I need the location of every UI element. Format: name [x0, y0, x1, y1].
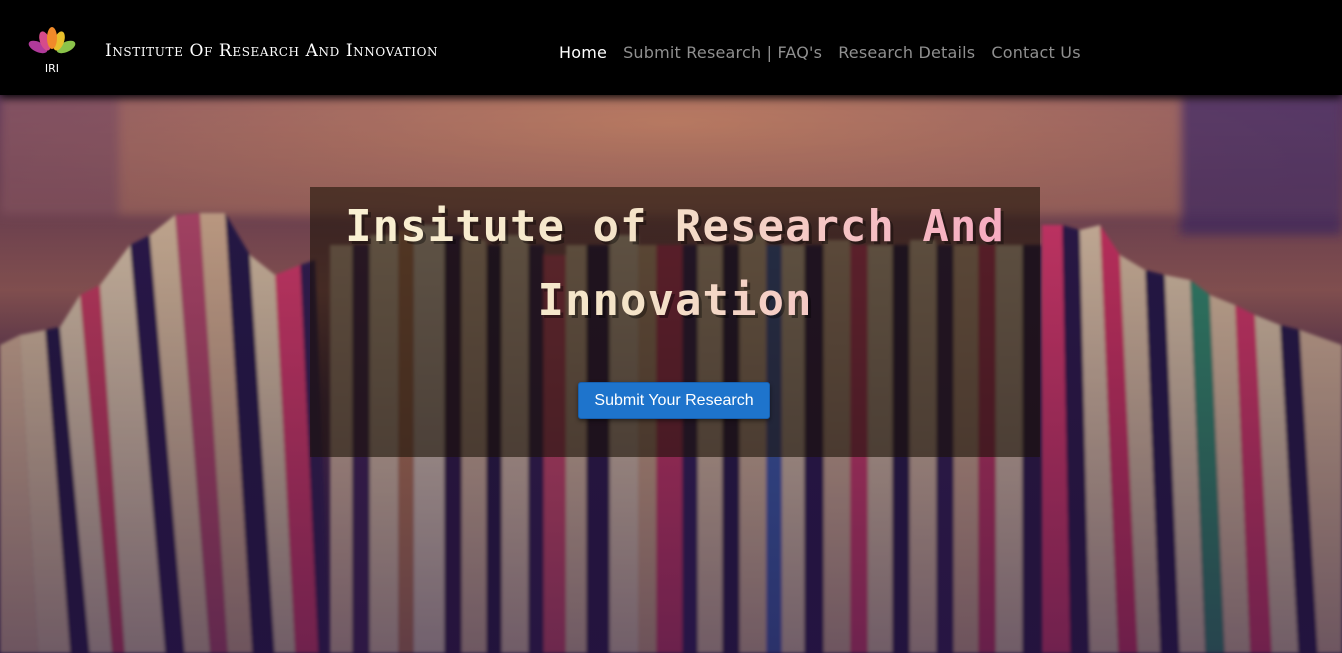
submit-research-button[interactable]: Submit Your Research [578, 382, 770, 419]
hero-section [0, 95, 1342, 653]
hero-title: Insitute of Research And Innovation [310, 190, 1040, 338]
logo-text: IRI [44, 62, 60, 75]
top-navbar: IRI Institute Of Research And Innovation… [0, 0, 1342, 95]
nav-contact-us[interactable]: Contact Us [991, 43, 1080, 62]
nav-home[interactable]: Home [559, 43, 607, 62]
nav-research-details[interactable]: Research Details [838, 43, 975, 62]
nav-submit-research-faqs[interactable]: Submit Research | FAQ's [623, 43, 822, 62]
main-nav: Home Submit Research | FAQ's Research De… [559, 43, 1081, 62]
site-brand[interactable]: Institute Of Research And Innovation [105, 41, 438, 61]
lotus-logo-icon[interactable]: IRI [25, 26, 79, 80]
